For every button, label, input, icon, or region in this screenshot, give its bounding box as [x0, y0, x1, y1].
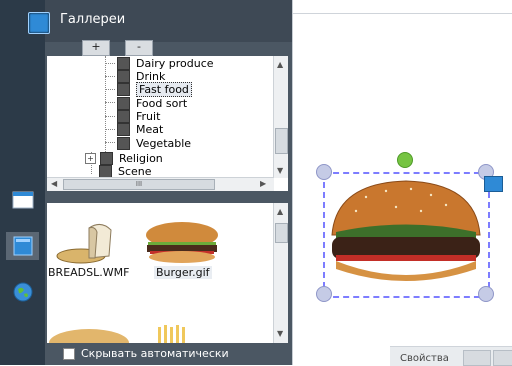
tree-item-label: Vegetable: [136, 137, 192, 150]
tree-line: [105, 116, 115, 117]
folder-icon: [117, 123, 130, 136]
tree-item-label: Fruit: [136, 110, 161, 123]
scroll-thumb[interactable]: III: [63, 179, 215, 190]
gallery-panel: Галлереи + - Dairy produce Drink Fast fo…: [28, 0, 292, 365]
bun-thumbnail[interactable]: [47, 323, 133, 343]
thumbnail-label: BREADSL.WMF: [48, 266, 130, 279]
tree-item-selected[interactable]: Fast food: [117, 82, 192, 97]
properties-label: Свойства: [400, 353, 449, 364]
autohide-option[interactable]: Скрывать автоматически: [63, 347, 229, 360]
bread-icon[interactable]: [51, 220, 121, 266]
tree-item[interactable]: Food sort: [117, 97, 187, 110]
tree-line: [105, 129, 115, 130]
folder-icon: [117, 137, 130, 150]
folder-icon: [100, 152, 113, 165]
scroll-thumb[interactable]: [275, 223, 288, 243]
tree-item-label: Religion: [119, 152, 163, 165]
collapse-all-button[interactable]: -: [125, 40, 153, 56]
tree-line: [105, 63, 115, 64]
page-icon: [12, 191, 33, 209]
pages-icon-button[interactable]: [6, 186, 39, 214]
tree-line: [105, 89, 115, 90]
folder-icon: [117, 57, 130, 70]
tree-item-label: Meat: [136, 123, 164, 136]
category-tree[interactable]: Dairy produce Drink Fast food Food sort …: [47, 56, 288, 191]
scroll-left-icon[interactable]: ◀: [51, 179, 57, 188]
tree-item-label: Food sort: [136, 97, 188, 110]
tree-line: [105, 56, 106, 152]
expand-all-button[interactable]: +: [82, 40, 110, 56]
scroll-thumb[interactable]: [275, 128, 288, 154]
tree-item[interactable]: Fruit: [117, 110, 160, 123]
tree-item-label: Dairy produce: [136, 57, 214, 70]
tree-item[interactable]: Meat: [117, 123, 163, 136]
scroll-down-icon[interactable]: ▼: [277, 329, 283, 338]
gallery-icon: [13, 236, 32, 256]
folder-icon: [117, 97, 130, 110]
tree-item[interactable]: Dairy produce: [117, 57, 214, 70]
left-rail: [0, 0, 45, 365]
web-rail-button[interactable]: [6, 278, 39, 306]
scroll-up-icon[interactable]: ▲: [277, 207, 283, 216]
panel-header: Галлереи: [28, 0, 292, 42]
panel-title: Галлереи: [60, 12, 126, 27]
resize-handle-bottom-right[interactable]: [478, 286, 494, 302]
selection-menu-icon[interactable]: [484, 176, 503, 192]
tree-line: [105, 142, 115, 143]
rotate-handle[interactable]: [397, 152, 413, 168]
properties-bar: Свойства: [390, 346, 512, 366]
selection-box[interactable]: [323, 172, 490, 298]
list-view-icon[interactable]: [493, 350, 512, 366]
tree-line: [105, 76, 115, 77]
tree-vertical-scrollbar[interactable]: ▲ ▼: [273, 56, 288, 178]
gallery-thumbnails[interactable]: BREADSL.WMF Burger.gif ▲ ▼: [47, 203, 288, 343]
tree-item-label: Fast food: [136, 82, 192, 97]
gallery-vertical-scrollbar[interactable]: ▲ ▼: [273, 203, 288, 343]
autohide-label: Скрывать автоматически: [81, 347, 229, 360]
folder-icon: [117, 70, 130, 83]
tree-horizontal-scrollbar[interactable]: ◀ III ▶: [47, 177, 274, 191]
folder-icon: [117, 110, 130, 123]
gallery-icon: [28, 12, 50, 34]
burger-icon[interactable]: [143, 220, 221, 264]
scroll-up-icon[interactable]: ▲: [277, 60, 283, 69]
thumbnail-label-selected: Burger.gif: [154, 266, 212, 279]
folder-icon: [117, 83, 130, 96]
tree-item[interactable]: Vegetable: [117, 137, 191, 150]
expand-icon[interactable]: +: [85, 153, 96, 164]
scroll-right-icon[interactable]: ▶: [260, 179, 266, 188]
tree-line: [105, 102, 115, 103]
scroll-down-icon[interactable]: ▼: [277, 166, 283, 175]
resize-handle-bottom-left[interactable]: [316, 286, 332, 302]
resize-handle-top-left[interactable]: [316, 164, 332, 180]
grid-view-icon[interactable]: [463, 350, 491, 366]
autohide-checkbox[interactable]: [63, 347, 75, 360]
globe-icon: [13, 282, 32, 302]
gallery-rail-button[interactable]: [6, 232, 39, 260]
fries-thumbnail[interactable]: [153, 325, 203, 343]
tree-item[interactable]: + Religion: [85, 152, 163, 165]
